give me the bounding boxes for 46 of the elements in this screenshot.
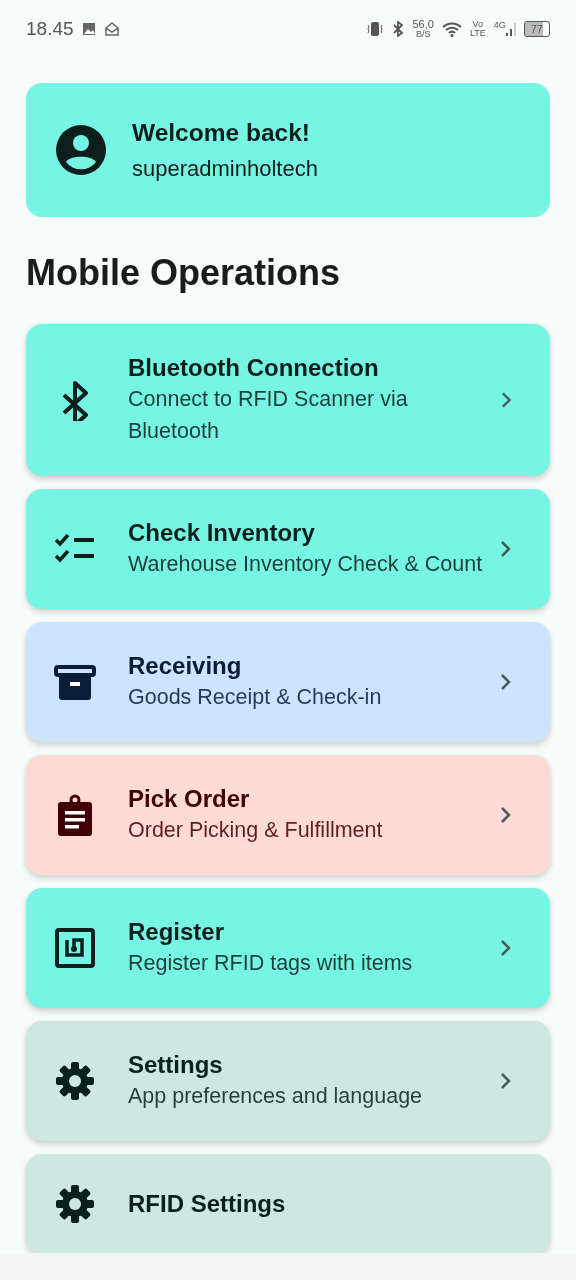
- operation-title: Register: [128, 917, 226, 948]
- operation-title: Pick Order: [128, 784, 251, 815]
- chevron-right-icon: [500, 540, 512, 559]
- operation-title: Check Inventory: [128, 518, 316, 549]
- gear-icon: [54, 1060, 96, 1103]
- username-text: superadminholtech: [132, 154, 318, 183]
- operation-title: Receiving: [128, 651, 243, 682]
- speed-text: 56,0: [412, 19, 434, 30]
- vibrate-icon: [366, 21, 385, 37]
- operation-card[interactable]: Register Register RFID tags with items: [26, 888, 550, 1009]
- operation-description: App preferences and language: [128, 1083, 424, 1111]
- speed-unit-text: B/S: [415, 30, 431, 39]
- operation-card[interactable]: Pick Order Order Picking & Fulfillment: [26, 755, 550, 876]
- volte-text: LTE: [469, 29, 486, 38]
- account-icon: [54, 123, 108, 177]
- signal-icon: [505, 21, 516, 37]
- operation-title: RFID Settings: [128, 1189, 287, 1220]
- welcome-title: Welcome back!: [132, 118, 311, 149]
- chevron-right-icon: [500, 1072, 512, 1091]
- clock-text: 18.45: [26, 16, 74, 41]
- chevron-right-icon: [500, 939, 512, 958]
- nfc-tag-icon: [54, 927, 96, 970]
- image-icon: [81, 22, 96, 36]
- bluetooth-icon: [392, 21, 405, 37]
- operation-card[interactable]: Check Inventory Warehouse Inventory Check & Count: [26, 489, 550, 610]
- operation-card[interactable]: Bluetooth Connection Connect to RFID Scanner via Bluetooth: [26, 324, 550, 477]
- operation-card[interactable]: Receiving Goods Receipt & Check-in: [26, 622, 550, 743]
- operation-description: Register RFID tags with items: [128, 950, 414, 978]
- operation-title: Bluetooth Connection: [128, 353, 380, 384]
- gear-icon: [54, 1183, 96, 1226]
- chevron-right-icon: [500, 806, 512, 825]
- operation-description: Warehouse Inventory Check & Count: [128, 551, 484, 579]
- operation-description: Order Picking & Fulfillment: [128, 817, 384, 845]
- battery-indicator: 77: [523, 21, 550, 37]
- chevron-right-icon: [500, 391, 512, 410]
- volte-text: Vo: [472, 20, 484, 29]
- operation-card[interactable]: RFID Settings: [26, 1154, 550, 1253]
- operation-title: Settings: [128, 1050, 224, 1081]
- network-text: 4G: [493, 21, 506, 30]
- section-title: Mobile Operations: [26, 251, 342, 295]
- operation-card[interactable]: Settings App preferences and language: [26, 1021, 550, 1142]
- mail-icon: [103, 21, 120, 37]
- wifi-icon: [441, 21, 462, 37]
- operation-description: Goods Receipt & Check-in: [128, 684, 383, 712]
- operation-description: Connect to RFID Scanner via Bluetooth: [128, 386, 409, 446]
- chevron-right-icon: [500, 673, 512, 692]
